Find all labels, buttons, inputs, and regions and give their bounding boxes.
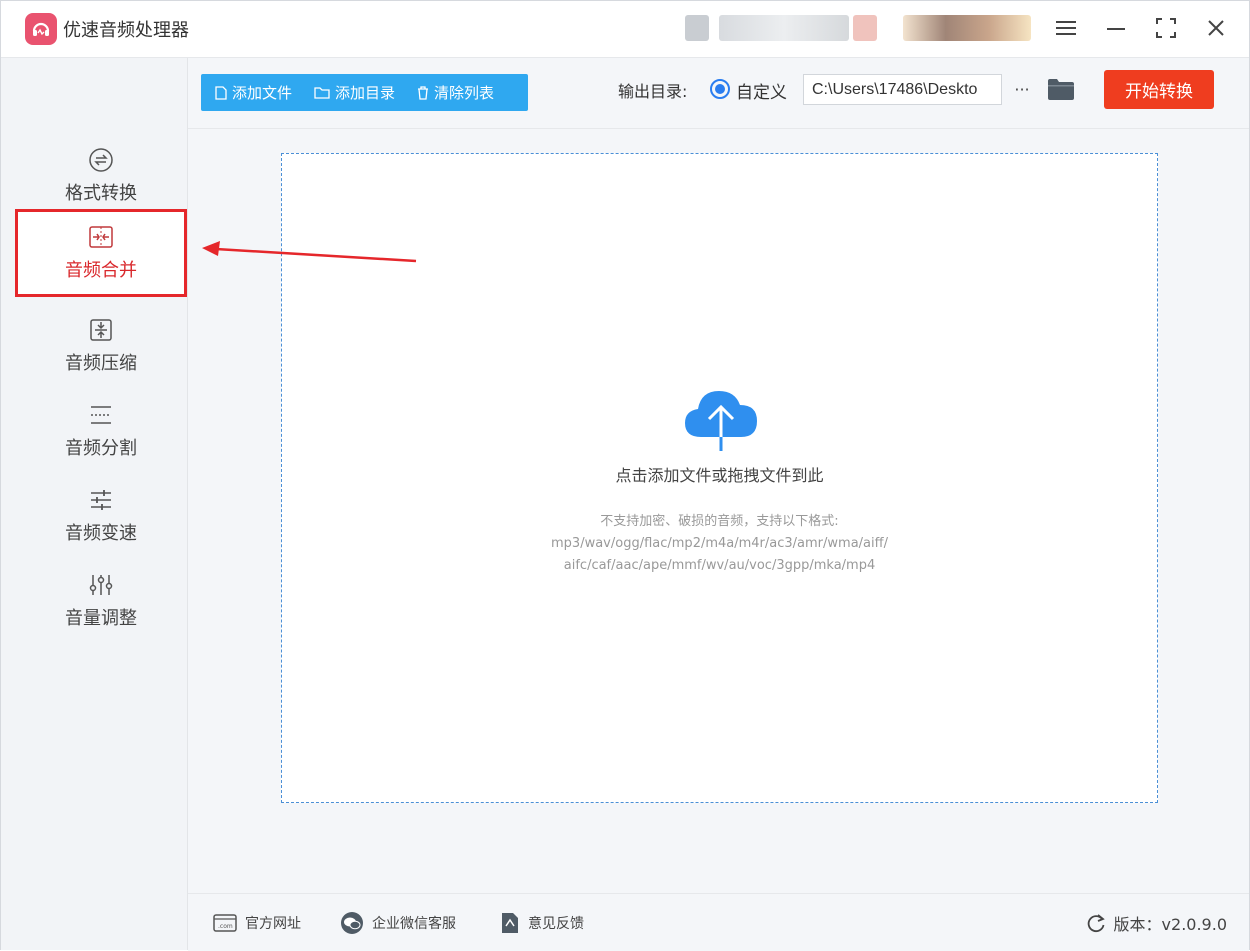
divider — [188, 128, 1249, 129]
output-path-field[interactable] — [803, 74, 1002, 105]
blurred-user-info — [903, 15, 1031, 41]
file-toolbar: 添加文件 添加目录 清除列表 — [201, 74, 528, 111]
hint-line: mp3/wav/ogg/flac/mp2/m4a/m4r/ac3/amr/wma… — [551, 536, 888, 551]
sidebar: 格式转换 音频合并 音频压缩 音频分割 音频变速 音量调整 — [1, 58, 188, 950]
sidebar-item-format-convert[interactable]: 格式转换 — [15, 132, 187, 220]
hint-line: aifc/caf/aac/ape/mmf/wv/au/voc/3gpp/mka/… — [563, 558, 876, 573]
feedback-label: 意见反馈 — [528, 915, 584, 932]
format-convert-icon — [89, 148, 113, 172]
supported-formats-hint: 不支持加密、破损的音频，支持以下格式: mp3/wav/ogg/flac/mp2… — [282, 511, 1157, 577]
sidebar-item-speed[interactable]: 音频变速 — [15, 472, 187, 560]
sidebar-item-label: 音量调整 — [65, 608, 137, 629]
custom-dir-label[interactable]: 自定义 — [736, 78, 787, 103]
website-label: 官方网址 — [245, 915, 301, 932]
open-folder-icon[interactable] — [1047, 77, 1075, 101]
sidebar-item-label: 音频合并 — [65, 260, 137, 281]
feedback-icon — [502, 912, 518, 933]
start-convert-button[interactable]: 开始转换 — [1104, 70, 1214, 109]
minimize-button[interactable] — [1098, 11, 1134, 45]
trash-icon — [418, 85, 429, 100]
cloud-upload-icon — [685, 391, 757, 451]
blurred-user-info — [719, 15, 849, 41]
app-logo-icon — [25, 13, 57, 45]
split-icon — [91, 406, 111, 424]
svg-text:.com: .com — [218, 923, 233, 930]
wechat-label: 企业微信客服 — [372, 915, 456, 932]
sidebar-item-compress[interactable]: 音频压缩 — [15, 302, 187, 390]
clear-list-label: 清除列表 — [434, 84, 495, 102]
sidebar-item-label: 格式转换 — [65, 183, 137, 204]
sidebar-item-label: 音频压缩 — [65, 353, 137, 374]
title-bar: 优速音频处理器 — [1, 1, 1249, 58]
wechat-support-link[interactable]: 企业微信客服 — [340, 894, 456, 951]
version-label: 版本：v2.0.9.0 — [1113, 914, 1227, 934]
maximize-button[interactable] — [1148, 11, 1184, 45]
version-info[interactable]: 版本：v2.0.9.0 — [1086, 894, 1227, 951]
clear-list-button[interactable]: 清除列表 — [417, 74, 494, 111]
blurred-user-info — [685, 15, 709, 41]
volume-adjust-icon — [89, 575, 113, 595]
add-folder-button[interactable]: 添加目录 — [314, 74, 395, 111]
close-button[interactable] — [1198, 11, 1234, 45]
add-file-button[interactable]: 添加文件 — [215, 74, 292, 111]
add-file-label: 添加文件 — [232, 84, 293, 102]
browse-more-button[interactable]: ··· — [1009, 75, 1035, 103]
add-folder-label: 添加目录 — [335, 84, 396, 102]
annotation-arrow — [202, 241, 417, 263]
app-window: 优速音频处理器 格式转换 音频合并 音频压缩 音频分割 音频变速 音量调整 添加… — [0, 0, 1250, 951]
close-icon — [1208, 20, 1224, 36]
menu-icon — [1056, 21, 1076, 35]
refresh-icon — [1087, 913, 1105, 932]
merge-icon — [89, 226, 113, 248]
file-icon — [215, 85, 227, 100]
drop-zone-title: 点击添加文件或拖拽文件到此 — [615, 466, 824, 485]
sidebar-item-volume[interactable]: 音量调整 — [15, 557, 187, 645]
sidebar-item-label: 音频分割 — [65, 438, 137, 459]
website-icon: .com — [213, 913, 237, 932]
minimize-icon — [1107, 28, 1125, 30]
compress-icon — [90, 319, 112, 341]
output-dir-label: 输出目录: — [618, 82, 688, 101]
website-link[interactable]: .com 官方网址 — [213, 894, 301, 951]
sidebar-item-merge[interactable]: 音频合并 — [15, 209, 187, 297]
folder-outline-icon — [314, 87, 330, 99]
footer-bar: .com 官方网址 企业微信客服 意见反馈 版本：v2.0.9.0 — [188, 893, 1249, 951]
wechat-icon — [341, 911, 363, 934]
speed-icon — [91, 490, 111, 510]
feedback-link[interactable]: 意见反馈 — [500, 894, 584, 951]
maximize-icon — [1156, 18, 1176, 38]
hint-line: 不支持加密、破损的音频，支持以下格式: — [600, 514, 839, 529]
blurred-user-info — [853, 15, 877, 41]
app-title: 优速音频处理器 — [63, 20, 189, 41]
custom-dir-radio[interactable] — [710, 79, 730, 99]
sidebar-item-label: 音频变速 — [65, 523, 137, 544]
sidebar-item-split[interactable]: 音频分割 — [15, 387, 187, 475]
menu-button[interactable] — [1048, 11, 1084, 45]
